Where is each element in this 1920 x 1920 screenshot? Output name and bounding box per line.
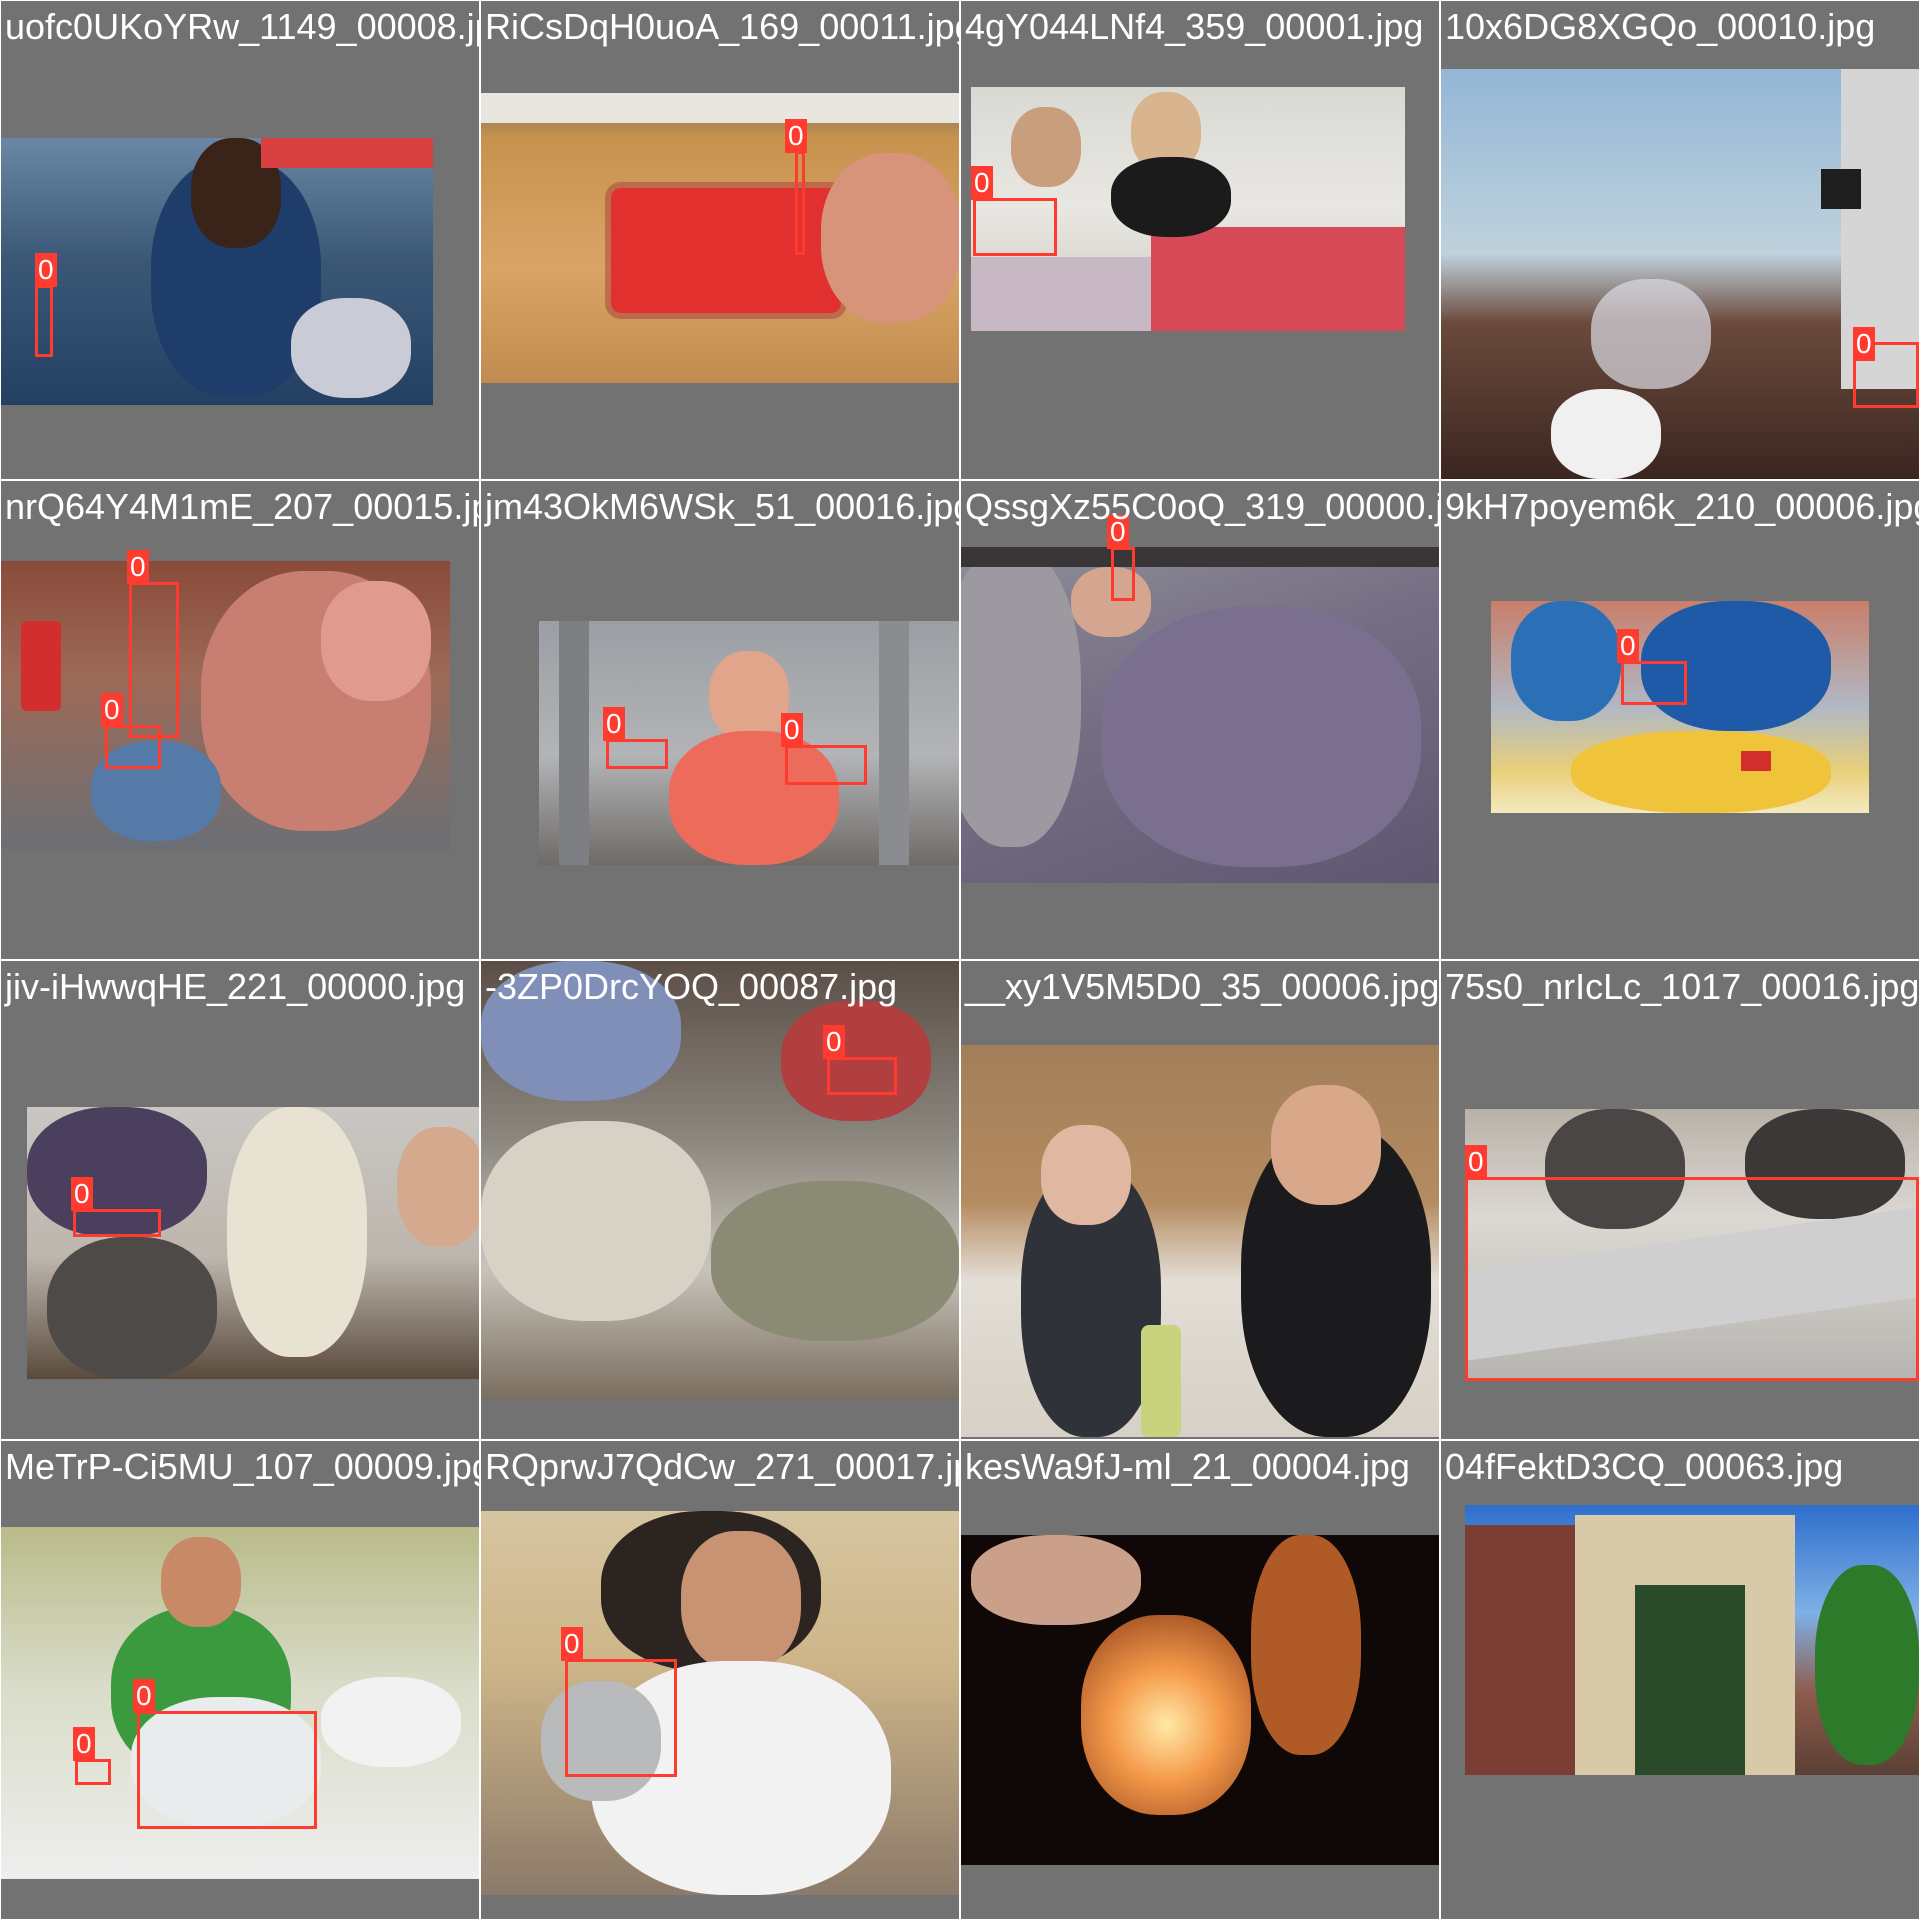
box-class-label: 0 bbox=[101, 693, 123, 727]
box-class-label: 0 bbox=[785, 119, 807, 153]
bounding-box bbox=[75, 1759, 111, 1785]
thumbnail-image bbox=[961, 547, 1439, 883]
thumbnail-image bbox=[481, 961, 959, 1399]
bounding-box bbox=[973, 198, 1057, 256]
box-class-label: 0 bbox=[1853, 327, 1875, 361]
tile-filename: jm43OkM6WSk_51_00016.jpg bbox=[485, 486, 959, 527]
thumbnail-image bbox=[961, 1535, 1439, 1865]
bounding-box bbox=[606, 739, 668, 769]
thumbnail-image bbox=[539, 621, 959, 865]
bounding-box bbox=[827, 1057, 897, 1095]
tile-filename: RiCsDqH0uoA_169_00011.jpg bbox=[485, 6, 959, 47]
box-class-label: 0 bbox=[1465, 1145, 1487, 1179]
box-class-label: 0 bbox=[127, 550, 149, 584]
tile-3: 0 4gY044LNf4_359_00001.jpg bbox=[961, 1, 1439, 479]
tile-filename: nrQ64Y4M1mE_207_00015.jpg bbox=[5, 486, 479, 527]
bounding-box bbox=[1465, 1177, 1919, 1381]
tile-5: 0 0 nrQ64Y4M1mE_207_00015.jpg bbox=[1, 481, 479, 959]
tile-6: 0 0 jm43OkM6WSk_51_00016.jpg bbox=[481, 481, 959, 959]
thumbnail-image bbox=[1, 138, 433, 405]
box-class-label: 0 bbox=[1617, 629, 1639, 663]
bounding-box bbox=[105, 725, 161, 769]
box-class-label: 0 bbox=[71, 1177, 93, 1211]
tile-filename: 10x6DG8XGQo_00010.jpg bbox=[1445, 6, 1876, 47]
tile-13: 0 0 MeTrP-Ci5MU_107_00009.jpg bbox=[1, 1441, 479, 1919]
tile-12: 0 75s0_nrIcLc_1017_00016.jpg bbox=[1441, 961, 1919, 1439]
box-class-label: 0 bbox=[561, 1627, 583, 1661]
bounding-box bbox=[1111, 547, 1135, 601]
box-class-label: 0 bbox=[35, 253, 57, 287]
tile-filename: MeTrP-Ci5MU_107_00009.jpg bbox=[5, 1446, 479, 1487]
thumbnail-image bbox=[1465, 1505, 1919, 1775]
tile-filename: kesWa9fJ-ml_21_00004.jpg bbox=[965, 1446, 1410, 1487]
box-class-label: 0 bbox=[823, 1025, 845, 1059]
tile-9: 0 jiv-iHwwqHE_221_00000.jpg bbox=[1, 961, 479, 1439]
box-class-label: 0 bbox=[781, 713, 803, 747]
bounding-box bbox=[1621, 661, 1687, 705]
tile-filename: __xy1V5M5D0_35_00006.jpg bbox=[965, 966, 1439, 1007]
tile-filename: uofc0UKoYRw_1149_00008.jpg bbox=[5, 6, 479, 47]
tile-14: 0 RQprwJ7QdCw_271_00017.jpg bbox=[481, 1441, 959, 1919]
tile-10: 0 -3ZP0DrcYOQ_00087.jpg bbox=[481, 961, 959, 1439]
thumbnail-image bbox=[1, 561, 450, 849]
tile-filename: -3ZP0DrcYOQ_00087.jpg bbox=[485, 966, 898, 1007]
detection-mosaic: 0 uofc0UKoYRw_1149_00008.jpg 0 RiCsDqH0u… bbox=[0, 0, 1920, 1920]
thumbnail-image bbox=[481, 93, 959, 383]
box-class-label: 0 bbox=[73, 1727, 95, 1761]
tile-2: 0 RiCsDqH0uoA_169_00011.jpg bbox=[481, 1, 959, 479]
tile-filename: RQprwJ7QdCw_271_00017.jpg bbox=[485, 1446, 959, 1487]
bounding-box bbox=[795, 151, 805, 255]
box-class-label: 0 bbox=[971, 166, 993, 200]
tile-4: 0 10x6DG8XGQo_00010.jpg bbox=[1441, 1, 1919, 479]
thumbnail-image bbox=[481, 1511, 959, 1895]
tile-11: __xy1V5M5D0_35_00006.jpg bbox=[961, 961, 1439, 1439]
tile-filename: 04fFektD3CQ_00063.jpg bbox=[1445, 1446, 1844, 1487]
bounding-box bbox=[137, 1711, 317, 1829]
box-class-label: 0 bbox=[133, 1679, 155, 1713]
bounding-box bbox=[785, 745, 867, 785]
tile-16: 04fFektD3CQ_00063.jpg bbox=[1441, 1441, 1919, 1919]
thumbnail-image bbox=[1491, 601, 1869, 813]
tile-filename: 9kH7poyem6k_210_00006.jpg bbox=[1445, 486, 1919, 527]
tile-7: 0 QssgXz55C0oQ_319_00000.jpg bbox=[961, 481, 1439, 959]
box-class-label: 0 bbox=[603, 707, 625, 741]
tile-filename: jiv-iHwwqHE_221_00000.jpg bbox=[5, 966, 466, 1007]
bounding-box bbox=[73, 1209, 161, 1237]
bounding-box bbox=[129, 582, 179, 738]
thumbnail-image bbox=[27, 1107, 479, 1379]
tile-filename: 4gY044LNf4_359_00001.jpg bbox=[965, 6, 1424, 47]
tile-8: 0 9kH7poyem6k_210_00006.jpg bbox=[1441, 481, 1919, 959]
bounding-box bbox=[35, 285, 53, 357]
tile-filename: QssgXz55C0oQ_319_00000.jpg bbox=[965, 486, 1439, 527]
tile-filename: 75s0_nrIcLc_1017_00016.jpg bbox=[1445, 966, 1919, 1007]
bounding-box bbox=[565, 1659, 677, 1777]
thumbnail-image bbox=[961, 1045, 1439, 1437]
thumbnail-image bbox=[1441, 69, 1919, 479]
tile-1: 0 uofc0UKoYRw_1149_00008.jpg bbox=[1, 1, 479, 479]
tile-15: kesWa9fJ-ml_21_00004.jpg bbox=[961, 1441, 1439, 1919]
